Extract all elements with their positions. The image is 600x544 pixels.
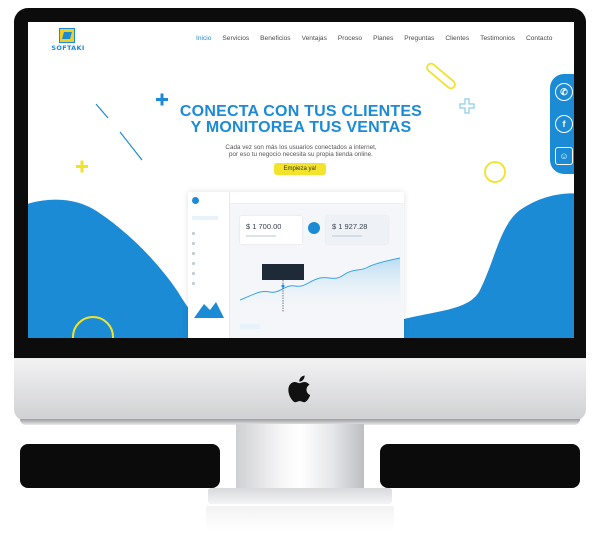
facebook-icon[interactable]: f [555,115,573,133]
cta-button[interactable]: Empieza ya! [274,163,326,175]
balance-card-1: $ 1 700.00 [240,216,302,244]
dashboard-preview: $ 1 700.00 $ 1 927.28 [188,192,404,338]
nav-item-servicios[interactable]: Servicios [222,35,249,47]
dashboard-menu-icon [192,252,195,255]
balance-value-1: $ 1 700.00 [246,222,282,231]
main-nav: Inicio Servicios Beneficios Ventajas Pro… [196,35,563,47]
nav-item-proceso[interactable]: Proceso [338,35,362,47]
brand-logo[interactable]: SOFTAKI [48,28,88,58]
hero-title-line1: CONECTA CON TUS CLIENTES [179,103,423,120]
contact-card-icon[interactable]: ☺ [555,147,573,165]
swap-icon [308,222,320,234]
balance-label-1 [246,235,276,237]
logo-mark-icon [59,28,75,43]
brand-name: SOFTAKI [51,44,85,52]
stand-reflection [206,506,394,530]
hero-subtitle-line2: por eso tu negocio necesita su propia ti… [229,151,373,159]
shadow-right [380,444,580,488]
nav-item-clientes[interactable]: Clientes [445,35,469,47]
dashboard-sidebar [188,192,230,338]
dashboard-footer-chip [240,324,260,329]
nav-item-planes[interactable]: Planes [373,35,393,47]
dashboard-menu-active [192,216,218,220]
dashboard-menu-icon [192,282,195,285]
shadow-left [20,444,220,488]
dashboard-illustration [194,302,224,318]
social-sidebar: ✆ f ☺ [550,74,574,174]
whatsapp-icon[interactable]: ✆ [555,83,573,101]
balance-card-2: $ 1 927.28 [326,216,388,244]
nav-item-testimonios[interactable]: Testimonios [480,35,515,47]
hero-title-line2: Y MONITOREA TUS VENTAS [190,119,412,136]
nav-item-preguntas[interactable]: Preguntas [404,35,434,47]
monitor-stand-base [208,488,392,504]
hero-subtitle: Cada vez son más los usuarios conectados… [188,144,414,159]
dashboard-menu-icon [192,262,195,265]
hero-subtitle-line1: Cada vez son más los usuarios conectados… [225,144,377,151]
dashboard-menu-icon [192,272,195,275]
dashboard-menu-icon [192,232,195,235]
nav-item-ventajas[interactable]: Ventajas [302,35,327,47]
apple-logo-icon [288,375,311,403]
nav-item-beneficios[interactable]: Beneficios [260,35,290,47]
balance-label-2 [332,235,362,237]
dashboard-main: $ 1 700.00 $ 1 927.28 [230,192,404,338]
sales-chart [240,257,400,316]
dashboard-menu-icon [192,242,195,245]
balance-value-2: $ 1 927.28 [332,222,368,231]
monitor-stand [236,424,364,494]
nav-item-inicio[interactable]: Inicio [196,35,211,47]
dashboard-topbar [230,192,404,204]
screen: SOFTAKI Inicio Servicios Beneficios Vent… [28,22,574,338]
hero-title: CONECTA CON TUS CLIENTES Y MONITOREA TUS… [128,104,474,136]
dashboard-avatar [192,197,199,204]
nav-item-contacto[interactable]: Contacto [526,35,552,47]
